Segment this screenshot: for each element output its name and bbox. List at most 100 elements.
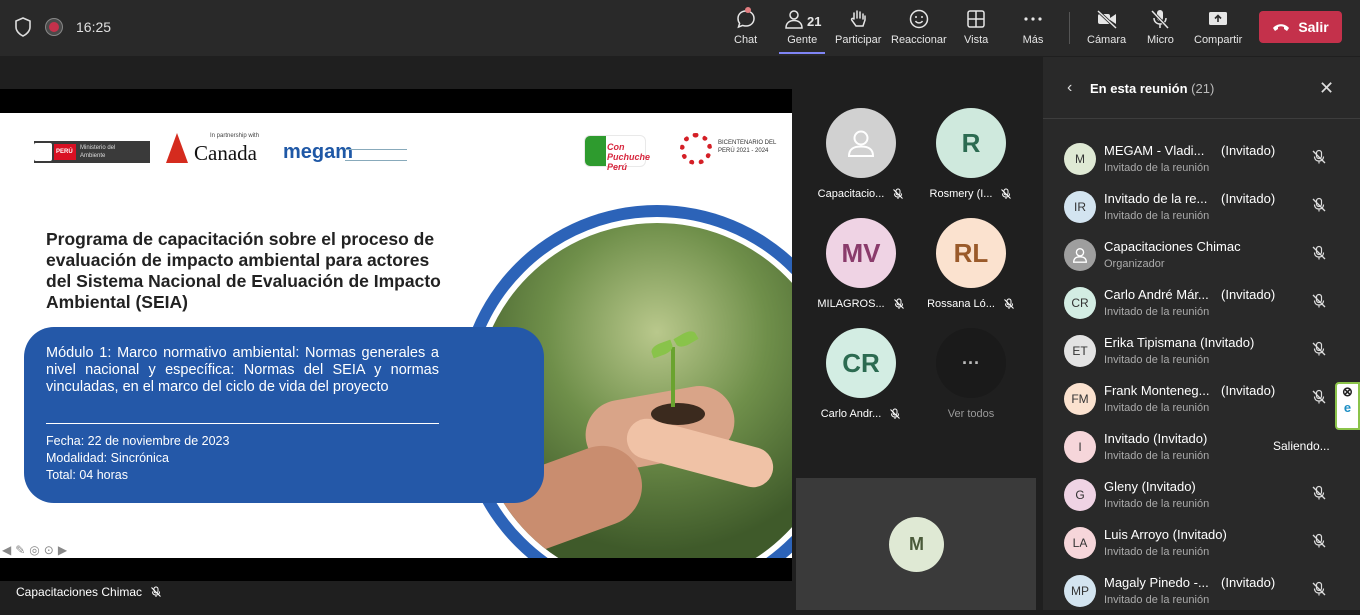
participant-name: Gleny (Invitado) — [1104, 479, 1196, 494]
megam-wordmark: megam — [283, 141, 354, 163]
panel-header: ‹ En esta reunión (21) ✕ — [1043, 57, 1360, 119]
participant-row[interactable]: ET Erika Tipismana (Invitado) Invitado de … — [1043, 327, 1360, 375]
participant-guest-tag: (Invitado) — [1221, 191, 1276, 206]
pen-icon[interactable]: ✎ — [15, 543, 25, 557]
more-button[interactable]: Más — [1022, 8, 1044, 46]
avatar — [1064, 239, 1096, 271]
participant-row[interactable]: LA Luis Arroyo (Invitado) Invitado de la r… — [1043, 519, 1360, 567]
partnership-text: In partnership with — [210, 133, 260, 139]
raise-hand-button[interactable]: Participar — [835, 8, 881, 46]
mic-off-icon[interactable] — [1311, 341, 1327, 357]
more-participants-icon: ··· — [936, 328, 1006, 398]
participant-name: MEGAM - Vladi... — [1104, 143, 1205, 158]
toolbar-divider — [1069, 12, 1070, 44]
self-view-tile[interactable]: M — [796, 478, 1036, 610]
sprout-stem — [671, 347, 675, 407]
leave-button[interactable]: Salir — [1259, 11, 1342, 43]
mic-off-icon[interactable] — [1311, 533, 1327, 549]
mic-off-icon[interactable] — [1311, 149, 1327, 165]
participant-row[interactable]: MP Magaly Pinedo -... (Invitado) Invitado d… — [1043, 567, 1360, 615]
participant-name: Luis Arroyo (Invitado) — [1104, 527, 1227, 542]
people-label: Gente — [787, 34, 818, 46]
mic-off-icon[interactable] — [1311, 293, 1327, 309]
mic-label: Micro — [1147, 34, 1174, 46]
participant-guest-tag: (Invitado) — [1221, 383, 1276, 398]
participant-row[interactable]: Capacitaciones Chimac Organizador — [1043, 231, 1360, 279]
peru-ministry-logo: PERÚ Ministerio del Ambiente — [34, 141, 150, 163]
camera-button[interactable]: Cámara — [1087, 8, 1126, 46]
ministry-name: Ministerio del Ambiente — [80, 145, 116, 159]
options-icon[interactable]: ⊙ — [44, 543, 54, 557]
mic-off-icon — [1151, 9, 1170, 30]
camera-label: Cámara — [1087, 34, 1127, 46]
participant-tile[interactable]: RL Rossana Ló... — [916, 218, 1026, 328]
tile-name-row: Capacitacio... — [818, 188, 905, 200]
people-button[interactable]: 21 Gente — [778, 8, 826, 54]
tile-name-row: Rossana Ló... — [927, 298, 1015, 310]
megam-logo: megam — [283, 141, 407, 164]
participant-row[interactable]: I Invitado (Invitado) Invitado de la reuni… — [1043, 423, 1360, 471]
panel-title: En esta reunión (21) — [1090, 81, 1214, 96]
participant-row[interactable]: IR Invitado de la re... (Invitado) Invitado… — [1043, 183, 1360, 231]
share-button[interactable]: Compartir — [1194, 8, 1242, 46]
tile-name: Capacitacio... — [817, 188, 885, 200]
mic-button[interactable]: Micro — [1147, 8, 1174, 46]
shield-icon — [15, 17, 31, 37]
mic-off-icon[interactable] — [1311, 485, 1327, 501]
bicentenario-text: BICENTENARIO DEL PERÚ 2021 - 2024 — [718, 140, 777, 154]
participant-row[interactable]: G Gleny (Invitado) Invitado de la reunión — [1043, 471, 1360, 519]
view-label: Vista — [964, 34, 989, 46]
participant-tile[interactable]: MV MILAGROS... — [806, 218, 916, 328]
shared-screen-stage: PERÚ Ministerio del Ambiente In partners… — [0, 89, 792, 581]
mic-off-icon[interactable] — [1311, 581, 1327, 597]
megam-tagline-lines — [345, 149, 407, 161]
mic-off-icon[interactable] — [1311, 245, 1327, 261]
avatar: CR — [1064, 287, 1096, 319]
close-circle-icon[interactable]: ⊗ — [1337, 384, 1358, 400]
participant-name: Invitado (Invitado) — [1104, 431, 1208, 446]
back-chevron-icon[interactable]: ‹ — [1067, 79, 1072, 97]
participant-tile[interactable]: Capacitacio... — [806, 108, 916, 218]
view-all-tile[interactable]: ··· Ver todos — [916, 328, 1026, 438]
edge-icon[interactable]: e — [1337, 400, 1358, 415]
participant-row[interactable]: CR Carlo André Már... (Invitado) Invitado d… — [1043, 279, 1360, 327]
peru-label: PERÚ — [56, 149, 73, 155]
participant-guest-tag: (Invitado) — [1221, 143, 1276, 158]
mic-off-icon — [151, 586, 161, 597]
tile-name-row: Rosmery (I... — [930, 188, 1013, 200]
participant-role: Invitado de la reunión — [1104, 594, 1210, 606]
participant-row[interactable]: FM Frank Monteneg... (Invitado) Invitado de… — [1043, 375, 1360, 423]
chat-label: Chat — [734, 34, 758, 46]
participant-row[interactable]: M MEGAM - Vladi... (Invitado) Invitado de l… — [1043, 135, 1360, 183]
close-icon[interactable]: ✕ — [1319, 78, 1334, 99]
participant-role: Invitado de la reunión — [1104, 306, 1210, 318]
recording-indicator-icon — [46, 19, 62, 35]
presentation-slide: PERÚ Ministerio del Ambiente In partners… — [0, 113, 792, 558]
slide-nav-controls: ◀ ✎ ◎ ⊙ ▶ — [2, 543, 67, 557]
presenter-name-label: Capacitaciones Chimac — [8, 581, 171, 603]
view-all-label: Ver todos — [947, 408, 995, 420]
participant-role: Invitado de la reunión — [1104, 546, 1210, 558]
participant-guest-tag: (Invitado) — [1221, 575, 1276, 590]
participant-tile[interactable]: CR Carlo Andr... — [806, 328, 916, 438]
participant-name: Capacitaciones Chimac — [1104, 239, 1241, 254]
avatar: FM — [1064, 383, 1096, 415]
side-widget[interactable]: ⊗ e — [1335, 382, 1360, 430]
module-total: Total: 04 horas — [46, 468, 128, 482]
participant-role: Invitado de la reunión — [1104, 402, 1210, 414]
participant-tile[interactable]: R Rosmery (I... — [916, 108, 1026, 218]
participants-panel: ‹ En esta reunión (21) ✕ M MEGAM - Vladi.… — [1043, 57, 1360, 610]
participant-role: Organizador — [1104, 258, 1165, 270]
chat-button[interactable]: Chat — [734, 7, 758, 46]
more-label: Más — [1022, 34, 1044, 46]
zoom-icon[interactable]: ◎ — [29, 543, 39, 557]
react-label: Reaccionar — [891, 34, 947, 46]
view-button[interactable]: Vista — [964, 8, 988, 46]
mic-off-icon[interactable] — [1311, 197, 1327, 213]
camera-off-icon — [1096, 9, 1117, 30]
share-screen-icon — [1209, 12, 1228, 25]
mic-off-icon[interactable] — [1311, 389, 1327, 405]
react-button[interactable]: Reaccionar — [891, 8, 947, 46]
prev-slide-icon[interactable]: ◀ — [2, 543, 11, 557]
next-slide-icon[interactable]: ▶ — [58, 543, 67, 557]
